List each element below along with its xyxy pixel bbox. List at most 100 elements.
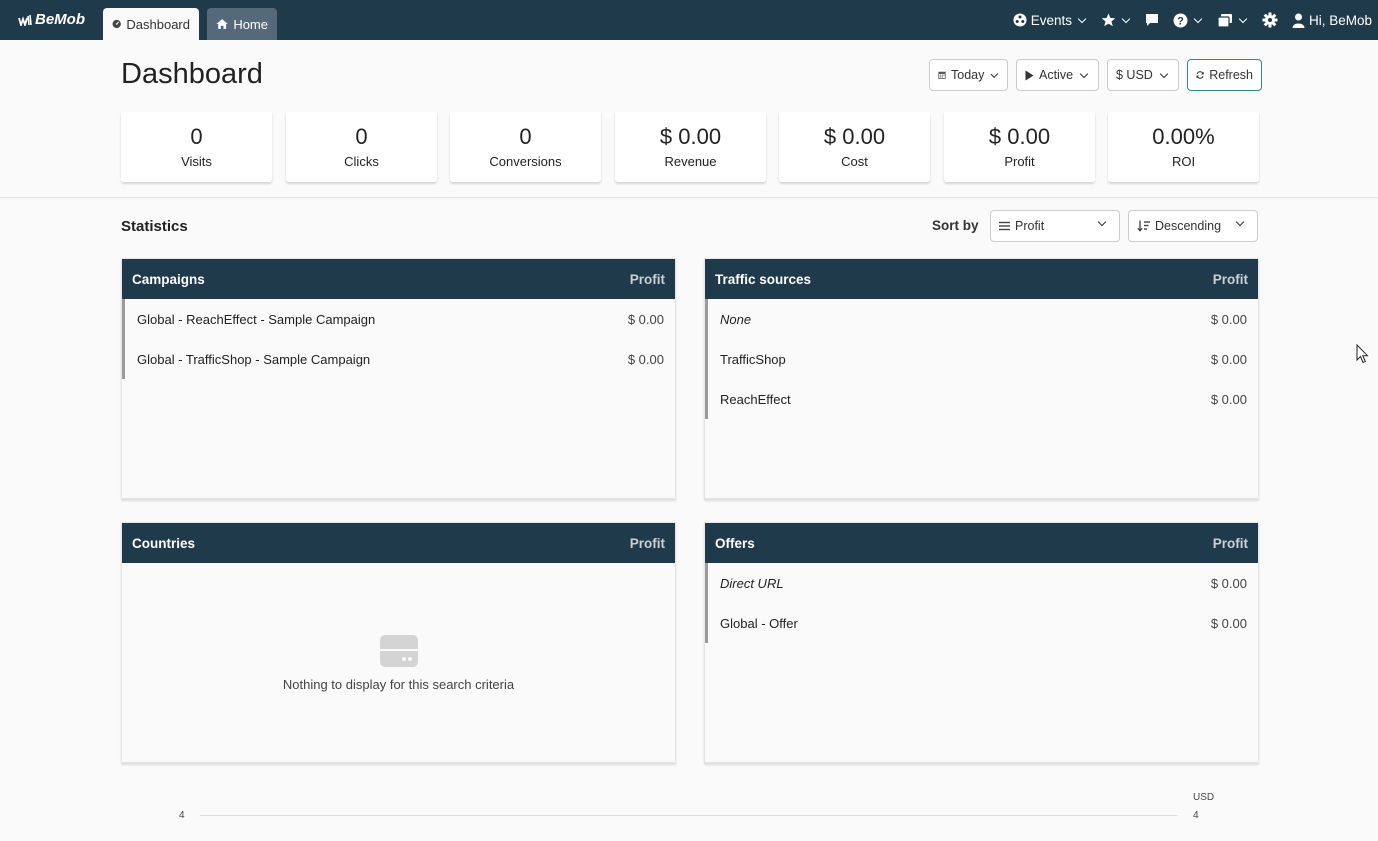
user-menu[interactable]: Hi, BeMob — [1292, 13, 1372, 28]
item-name: Global - ReachEffect - Sample Campaign — [137, 311, 376, 327]
metric-label: Visits — [181, 154, 212, 169]
metric-value: 0.00% — [1152, 124, 1215, 149]
tab-dashboard-label: Dashboard — [126, 16, 190, 32]
date-range-label: Today — [951, 68, 985, 82]
item-value: $ 0.00 — [1210, 351, 1247, 367]
panel-column-header[interactable]: Profit — [630, 272, 665, 287]
item-value: $ 0.00 — [627, 351, 664, 367]
metric-value: 0 — [355, 124, 368, 149]
metric-roi: 0.00% ROI — [1108, 112, 1259, 182]
list-item[interactable]: Global - ReachEffect - Sample Campaign $… — [122, 299, 675, 339]
empty-message: Nothing to display for this search crite… — [282, 677, 515, 692]
panel-header: Offers Profit — [705, 523, 1258, 563]
help-menu[interactable]: ? — [1173, 13, 1203, 28]
top-navigation-bar: BeMob Dashboard Home Events ? Hi, BeMob — [0, 0, 1378, 40]
panel-header: Traffic sources Profit — [705, 259, 1258, 299]
list-item[interactable]: Global - Offer $ 0.00 — [705, 603, 1258, 643]
list-icon — [999, 221, 1010, 231]
favorites-menu[interactable] — [1101, 13, 1131, 27]
metric-label: Profit — [1004, 154, 1035, 169]
user-greeting: Hi, BeMob — [1308, 12, 1372, 28]
tab-home[interactable]: Home — [207, 8, 277, 40]
item-name: Global - TrafficShop - Sample Campaign — [137, 351, 371, 367]
date-range-dropdown[interactable]: Today — [929, 59, 1008, 91]
panel-column-header[interactable]: Profit — [1213, 272, 1248, 287]
list-item[interactable]: Global - TrafficShop - Sample Campaign $… — [122, 339, 675, 379]
chevron-down-icon — [990, 69, 999, 78]
home-icon — [216, 19, 228, 29]
metric-value: 0 — [519, 124, 532, 149]
currency-dropdown[interactable]: $ USD — [1107, 59, 1179, 91]
item-value: $ 0.00 — [1210, 391, 1247, 407]
empty-state: Nothing to display for this search crite… — [122, 635, 675, 692]
chevron-down-icon — [1097, 217, 1107, 227]
item-name: TrafficShop — [720, 351, 786, 367]
statistics-title: Statistics — [121, 218, 188, 235]
bemob-logo[interactable]: BeMob — [18, 11, 85, 28]
mouse-cursor-icon — [1356, 344, 1369, 364]
tab-dashboard[interactable]: Dashboard — [103, 8, 199, 40]
item-name: ReachEffect — [720, 391, 791, 407]
panel-title: Traffic sources — [715, 271, 812, 287]
sort-order-value: Descending — [1155, 219, 1222, 233]
sort-order-select[interactable]: Descending — [1128, 210, 1258, 242]
workspaces-menu[interactable] — [1217, 13, 1248, 28]
sort-by-label: Sort by — [932, 218, 979, 233]
refresh-button[interactable]: Refresh — [1187, 59, 1262, 91]
star-icon — [1101, 13, 1116, 27]
sort-field-select[interactable]: Profit — [990, 210, 1120, 242]
item-name: Global - Offer — [720, 615, 798, 631]
refresh-label: Refresh — [1209, 68, 1253, 82]
metric-cost: $ 0.00 Cost — [779, 112, 930, 182]
metric-label: Cost — [841, 154, 868, 169]
chevron-down-icon — [1193, 14, 1203, 23]
panel-title: Offers — [715, 535, 755, 551]
tab-home-label: Home — [233, 16, 268, 32]
chat-icon — [1145, 14, 1158, 26]
metric-label: Revenue — [664, 154, 717, 169]
metric-profit: $ 0.00 Profit — [944, 112, 1095, 182]
svg-text:?: ? — [1177, 15, 1184, 27]
campaigns-panel: Campaigns Profit Global - ReachEffect - … — [121, 258, 676, 499]
logo-icon — [18, 14, 32, 26]
traffic-sources-panel: Traffic sources Profit None $ 0.00 Traff… — [704, 258, 1259, 499]
events-label: Events — [1030, 12, 1072, 28]
item-name: None — [720, 311, 752, 327]
item-value: $ 0.00 — [1210, 615, 1247, 631]
chart-gridline — [200, 815, 1178, 816]
panel-column-header[interactable]: Profit — [630, 536, 665, 551]
events-menu[interactable]: Events — [1013, 13, 1087, 28]
list-item[interactable]: Direct URL $ 0.00 — [705, 563, 1258, 603]
panel-title: Countries — [132, 535, 196, 551]
item-value: $ 0.00 — [1210, 575, 1247, 591]
metric-value: 0 — [190, 124, 203, 149]
chart-unit-label: USD — [1193, 792, 1215, 803]
item-name: Direct URL — [720, 575, 784, 591]
status-filter-dropdown[interactable]: Active — [1016, 59, 1099, 91]
list-item[interactable]: ReachEffect $ 0.00 — [705, 379, 1258, 419]
user-icon — [1292, 13, 1305, 28]
list-item[interactable]: None $ 0.00 — [705, 299, 1258, 339]
panel-header: Countries Profit — [122, 523, 675, 563]
chevron-down-icon — [1238, 14, 1248, 23]
page-title: Dashboard — [121, 58, 263, 90]
metric-visits: 0 Visits — [121, 112, 272, 182]
top-nav-actions: Events ? Hi, BeMob — [1013, 0, 1372, 40]
metric-revenue: $ 0.00 Revenue — [615, 112, 766, 182]
list-item[interactable]: TrafficShop $ 0.00 — [705, 339, 1258, 379]
metric-clicks: 0 Clicks — [286, 112, 437, 182]
copy-icon — [1217, 13, 1232, 28]
countries-panel: Countries Profit Nothing to display for … — [121, 522, 676, 763]
help-icon: ? — [1173, 13, 1188, 27]
chart-right-axis-tick: 4 — [1193, 810, 1199, 821]
messages-button[interactable] — [1145, 13, 1159, 27]
metric-label: Conversions — [489, 154, 562, 169]
settings-button[interactable] — [1262, 12, 1278, 28]
logo-text: BeMob — [35, 11, 85, 28]
panel-column-header[interactable]: Profit — [1213, 536, 1248, 551]
refresh-icon — [1196, 71, 1204, 79]
gear-icon — [1262, 12, 1278, 28]
metric-value: $ 0.00 — [823, 124, 886, 149]
metric-conversions: 0 Conversions — [450, 112, 601, 182]
sort-field-value: Profit — [1015, 219, 1045, 233]
